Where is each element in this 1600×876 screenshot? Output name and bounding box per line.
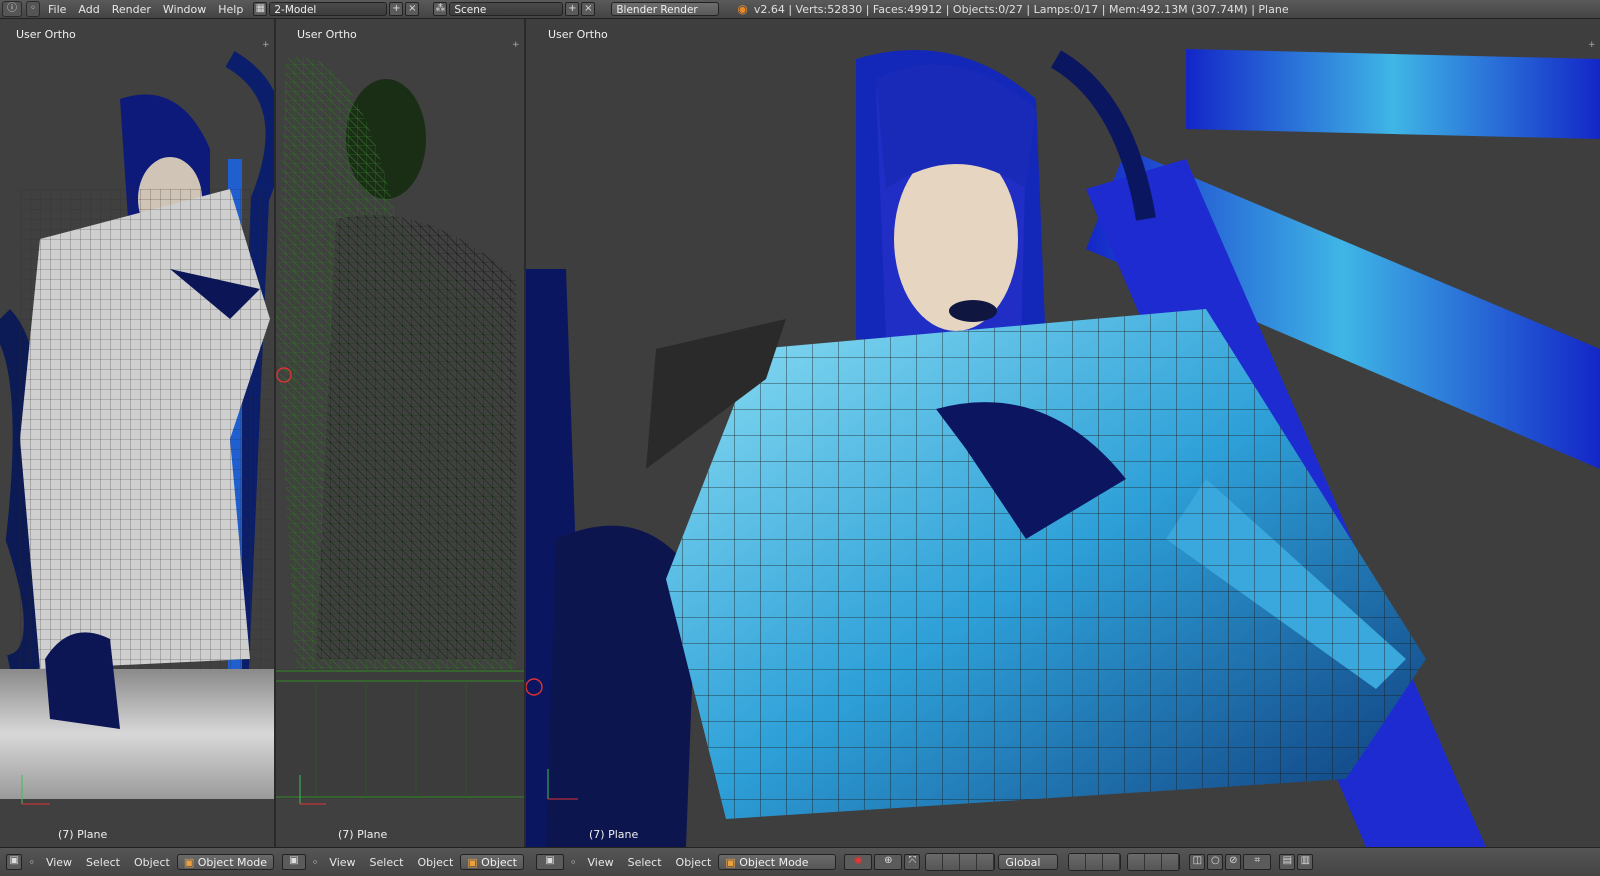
mode-dropdown[interactable]: ▣ Object Mode: [176, 854, 274, 870]
info-editor-icon[interactable]: ⓘ: [2, 1, 22, 17]
viewport-middle-corner-widget[interactable]: +: [512, 41, 520, 50]
editor-type-icon[interactable]: ▣: [282, 854, 306, 870]
render-animation-icon[interactable]: ▥: [1297, 854, 1314, 870]
viewport-main-object-label: (7) Plane: [589, 828, 639, 841]
menu-add[interactable]: Add: [72, 3, 105, 16]
editor-type-icon[interactable]: ▣: [536, 854, 564, 870]
menu-select[interactable]: Select: [621, 856, 669, 869]
viewport-middle[interactable]: User Ortho (7) Plane +: [276, 19, 524, 847]
object-mode-icon: ▣: [183, 856, 198, 869]
bottom-header: ▣ ◦ View Select Object ▣ Object Mode ▣ ◦…: [0, 847, 1600, 876]
layer-icon[interactable]: [1103, 854, 1121, 870]
render-preview-icon[interactable]: ▤: [1279, 854, 1296, 870]
layer-icon[interactable]: [1128, 854, 1146, 870]
snap-element-icon[interactable]: ⌗: [1243, 854, 1272, 870]
status-info: v2.64 | Verts:52830 | Faces:49912 | Obje…: [753, 2, 1289, 16]
menu-view[interactable]: View: [39, 856, 79, 869]
scale-icon[interactable]: [960, 854, 978, 870]
menu-window[interactable]: Window: [157, 3, 212, 16]
object-mode-icon: ▣: [725, 856, 740, 869]
layer-icon[interactable]: [1162, 854, 1180, 870]
scene-field[interactable]: Scene: [449, 2, 564, 16]
viewport-shading-icon[interactable]: ◉: [844, 854, 873, 870]
screen-layout-field[interactable]: 2-Model: [269, 2, 388, 16]
collapse-menu-icon[interactable]: ◦: [312, 856, 319, 869]
viewport-main-render: [526, 19, 1600, 847]
viewport-left-object-label: (7) Plane: [58, 828, 108, 841]
blender-logo-icon: ◉: [737, 2, 748, 16]
menu-help[interactable]: Help: [212, 3, 249, 16]
object-mode-icon: ▣: [467, 856, 482, 869]
menu-select[interactable]: Select: [79, 856, 127, 869]
translate-icon[interactable]: [926, 854, 944, 870]
add-screen-icon[interactable]: +: [389, 2, 404, 16]
viewport-middle-render: [276, 57, 524, 805]
viewport-left-render: [0, 51, 274, 805]
transform-orientation-dropdown[interactable]: Global: [998, 854, 1059, 870]
viewport-middle-object-label: (7) Plane: [338, 828, 388, 841]
layers-group-1[interactable]: [1068, 853, 1122, 871]
collapse-menu-icon[interactable]: ◦: [28, 856, 35, 869]
layer-lock-icon[interactable]: ◫: [1189, 854, 1206, 870]
editor-type-icon[interactable]: ▣: [6, 854, 23, 870]
add-scene-icon[interactable]: +: [565, 2, 580, 16]
collapse-menu-icon[interactable]: ◦: [570, 856, 577, 869]
viewport-main-header: ▣ ◦ View Select Object ▣ Object Mode ◉ ⊕…: [526, 848, 1600, 876]
manipulator-icon[interactable]: ⤧: [904, 854, 921, 870]
viewport-left[interactable]: User Ortho (7) Plane +: [0, 19, 274, 847]
viewport-left-corner-widget[interactable]: +: [262, 41, 270, 50]
screen-layout-icon[interactable]: ▦: [253, 2, 268, 16]
viewport-left-header: ▣ ◦ View Select Object ▣ Object Mode: [0, 848, 274, 876]
mode-dropdown[interactable]: ▣ Object: [460, 854, 524, 870]
viewport-main[interactable]: User Ortho (7) Plane +: [526, 19, 1600, 847]
manip-extra-icon[interactable]: [977, 854, 995, 870]
pivot-point-icon[interactable]: ⊕: [874, 854, 903, 870]
proportional-edit-icon[interactable]: ○: [1207, 854, 1224, 870]
layer-icon[interactable]: [1086, 854, 1104, 870]
render-engine-dropdown[interactable]: Blender Render: [611, 2, 720, 16]
viewport-left-title: User Ortho: [16, 28, 76, 41]
menu-object[interactable]: Object: [410, 856, 460, 869]
viewport-middle-header: ▣ ◦ View Select Object ▣ Object: [276, 848, 524, 876]
viewport-main-title: User Ortho: [548, 28, 608, 41]
menu-object[interactable]: Object: [669, 856, 719, 869]
viewport-main-corner-widget[interactable]: +: [1588, 41, 1596, 50]
menu-select[interactable]: Select: [363, 856, 411, 869]
remove-scene-icon[interactable]: ×: [581, 2, 596, 16]
rotate-icon[interactable]: [943, 854, 961, 870]
layer-icon[interactable]: [1145, 854, 1163, 870]
menu-object[interactable]: Object: [127, 856, 177, 869]
transform-manipulators-group[interactable]: [925, 853, 996, 871]
viewport-middle-title: User Ortho: [297, 28, 357, 41]
menu-view[interactable]: View: [322, 856, 362, 869]
mode-dropdown[interactable]: ▣ Object Mode: [718, 854, 837, 870]
menu-view[interactable]: View: [581, 856, 621, 869]
remove-screen-icon[interactable]: ×: [405, 2, 420, 16]
collapse-menu-icon[interactable]: ◦: [26, 1, 40, 17]
scene-icon[interactable]: ⁂: [433, 2, 448, 16]
layers-group-2[interactable]: [1127, 853, 1181, 871]
snap-icon[interactable]: ⊘: [1225, 854, 1242, 870]
menu-file[interactable]: File: [42, 3, 72, 16]
layer-icon[interactable]: [1069, 854, 1087, 870]
menu-render[interactable]: Render: [106, 3, 157, 16]
top-header: ⓘ ◦ File Add Render Window Help ▦ 2-Mode…: [0, 0, 1600, 19]
